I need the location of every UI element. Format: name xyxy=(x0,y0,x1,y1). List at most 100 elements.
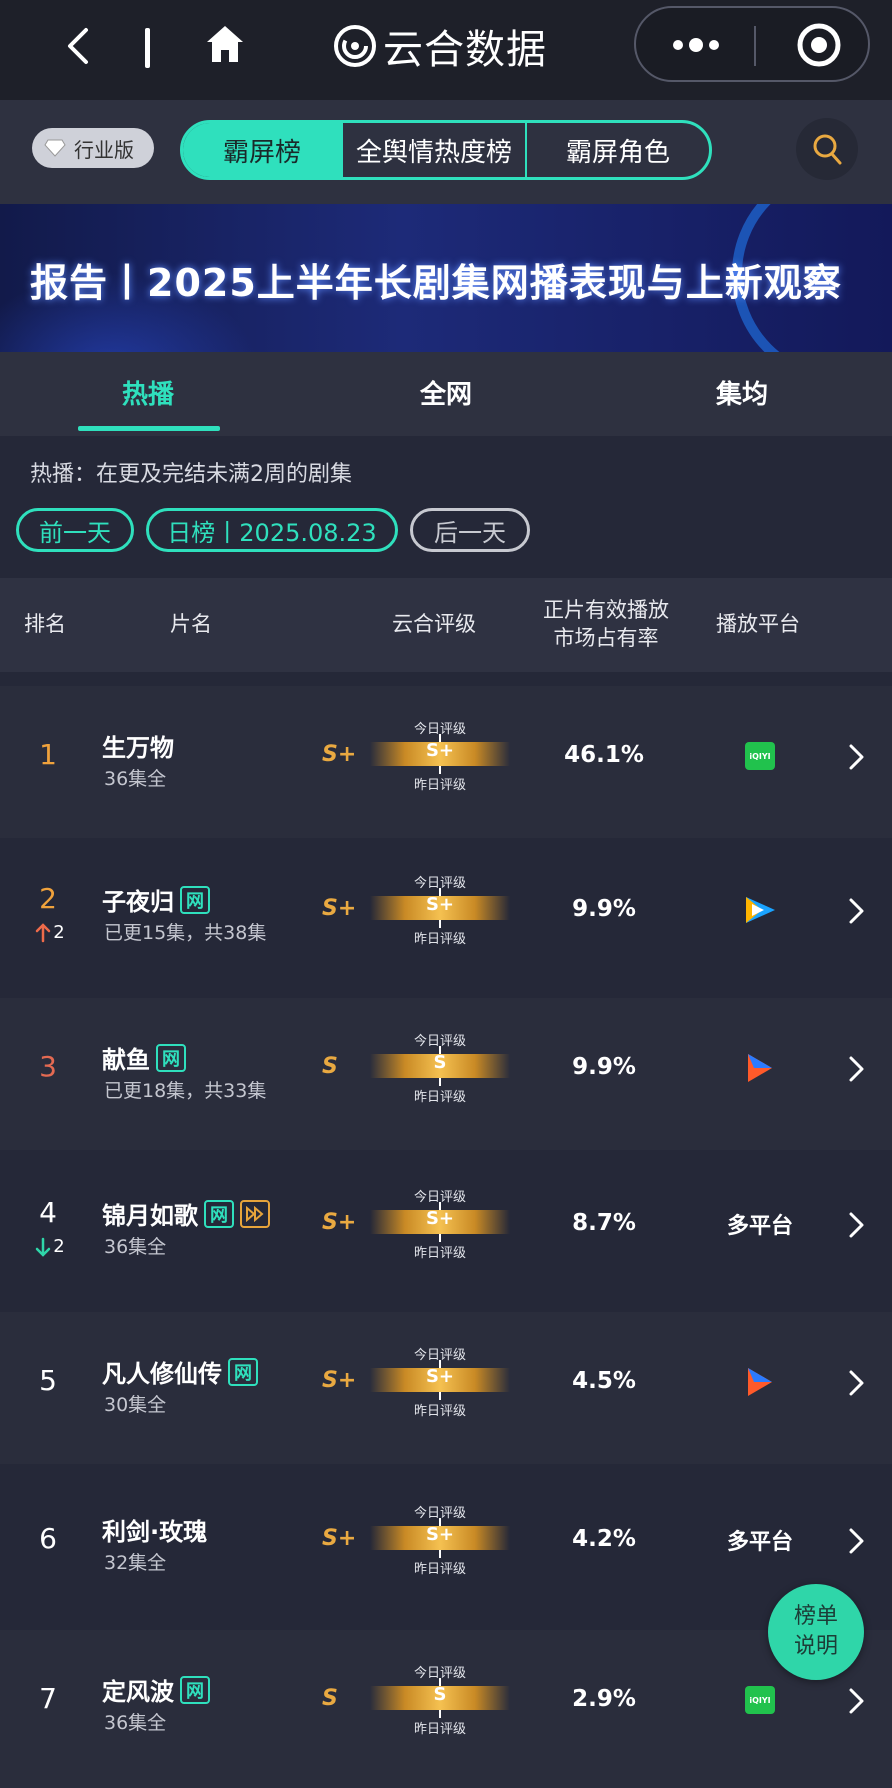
episode-info: 已更18集，共33集 xyxy=(104,1080,267,1102)
header-divider xyxy=(145,28,150,68)
today-grade-value: S xyxy=(433,1684,447,1705)
tab-quanyuqing[interactable]: 全舆情热度榜 xyxy=(343,123,527,177)
yesterday-grade-label: 昨日评级 xyxy=(413,1562,466,1577)
market-share: 2.9% xyxy=(572,1686,636,1712)
chevron-right-icon[interactable] xyxy=(846,1526,866,1556)
yunhe-grade: S+ xyxy=(322,1368,357,1393)
rank-number: 1 xyxy=(39,738,57,771)
rank-number: 2 xyxy=(39,882,57,915)
industry-version-badge[interactable]: 行业版 xyxy=(32,128,154,168)
web-drama-tag: 网 xyxy=(156,1043,186,1072)
drama-title-text: 生万物 xyxy=(102,734,174,762)
table-row[interactable]: 1 生万物 36集全 S+ 今日评级 S+ 昨日评级 46.1% iQIYI xyxy=(0,686,892,838)
today-grade-value: S+ xyxy=(425,894,455,915)
today-grade-value: S+ xyxy=(425,1208,455,1229)
yesterday-grade-label: 昨日评级 xyxy=(413,1404,466,1419)
chevron-right-icon[interactable] xyxy=(846,896,866,926)
drama-title-text: 凡人修仙传 xyxy=(102,1360,222,1388)
table-row[interactable]: 5 凡人修仙传网 30集全 S+ 今日评级 S+ 昨日评级 4.5% xyxy=(0,1312,892,1464)
rank-change: 2 xyxy=(28,922,72,943)
rank-number: 4 xyxy=(39,1196,57,1229)
today-grade-value: S+ xyxy=(425,740,455,761)
close-target-icon[interactable] xyxy=(796,22,842,68)
brand-name: 云合数据 xyxy=(383,27,547,73)
tab-bapingbang[interactable]: 霸屏榜 xyxy=(183,123,343,177)
report-banner[interactable]: 报告丨2025上半年长剧集网播表现与上新观察 xyxy=(0,204,892,352)
drama-title: 定风波网 xyxy=(102,1672,210,1707)
double-play-icon xyxy=(246,1205,264,1222)
float-line1: 榜单 xyxy=(793,1604,838,1629)
yunhe-grade: S xyxy=(322,1054,338,1079)
platform: iQIYI xyxy=(710,1680,810,1720)
search-icon xyxy=(813,134,842,165)
grade-tick-bottom xyxy=(439,920,441,928)
chevron-right-icon[interactable] xyxy=(846,1210,866,1240)
tab-hot[interactable]: 热播 xyxy=(122,374,174,411)
yesterday-grade-label: 昨日评级 xyxy=(413,932,466,947)
capsule-divider xyxy=(754,26,756,66)
table-row[interactable]: 7 定风波网 36集全 S 今日评级 S 昨日评级 2.9% iQIYI xyxy=(0,1630,892,1788)
platform: iQIYI xyxy=(710,736,810,776)
yunhe-logo-icon xyxy=(334,25,376,67)
web-drama-tag: 网 xyxy=(180,885,210,914)
header-share-line2: 市场占有率 xyxy=(553,626,659,650)
list-explanation-button[interactable]: 榜单 说明 xyxy=(768,1584,864,1680)
drama-title: 锦月如歌网 xyxy=(102,1196,270,1231)
chevron-right-icon[interactable] xyxy=(846,1368,866,1398)
platform xyxy=(710,1362,810,1402)
header-platform: 播放平台 xyxy=(716,612,800,636)
float-line2: 说明 xyxy=(793,1634,838,1659)
rank-down-icon xyxy=(36,1237,51,1257)
chevron-right-icon[interactable] xyxy=(846,1686,866,1716)
episode-info: 36集全 xyxy=(104,1236,167,1258)
market-share: 9.9% xyxy=(572,896,636,922)
table-row[interactable]: 3 献鱼网已更18集，共33集 S 今日评级 S 昨日评级 9.9% xyxy=(0,998,892,1150)
episode-info: 30集全 xyxy=(104,1394,167,1416)
web-drama-tag: 网 xyxy=(180,1675,210,1704)
youku-icon xyxy=(748,1368,772,1396)
header-share: 正片有效播放 市场占有率 xyxy=(536,596,676,652)
back-arrow-icon[interactable] xyxy=(58,24,102,68)
drama-title: 凡人修仙传网 xyxy=(102,1354,258,1389)
header-rating: 云合评级 xyxy=(392,612,476,636)
grade-tick-bottom xyxy=(439,766,441,774)
home-icon[interactable] xyxy=(203,22,247,66)
tab-episode-avg[interactable]: 集均 xyxy=(716,374,768,411)
grade-comparison: 今日评级 S+ 昨日评级 xyxy=(370,1182,510,1262)
tab-all-network[interactable]: 全网 xyxy=(420,374,472,411)
exclusive-play-tag xyxy=(240,1199,270,1228)
drama-title: 生万物 xyxy=(102,728,174,763)
drama-title-text: 献鱼 xyxy=(102,1046,150,1074)
iqiyi-icon: iQIYI xyxy=(745,1686,775,1714)
ranking-type-bar: 行业版 霸屏榜 全舆情热度榜 霸屏角色 xyxy=(0,100,892,204)
rank-up-icon xyxy=(36,922,51,942)
chevron-right-icon[interactable] xyxy=(846,1054,866,1084)
today-grade-value: S xyxy=(433,1052,447,1073)
episode-info: 32集全 xyxy=(104,1552,167,1574)
miniapp-capsule xyxy=(634,6,870,82)
chevron-right-icon[interactable] xyxy=(846,742,866,772)
yesterday-grade-label: 昨日评级 xyxy=(413,1246,466,1261)
tab-baping-role[interactable]: 霸屏角色 xyxy=(527,123,709,177)
more-dots-icon[interactable] xyxy=(666,30,726,60)
industry-label: 行业版 xyxy=(74,137,134,162)
hot-definition-note: 热播：在更及完结未满2周的剧集 xyxy=(30,462,352,487)
banner-title: 报告丨2025上半年长剧集网播表现与上新观察 xyxy=(30,261,842,305)
drama-title: 子夜归网 xyxy=(102,882,210,917)
date-selector[interactable]: 日榜丨2025.08.23 xyxy=(146,508,398,552)
header-share-line1: 正片有效播放 xyxy=(543,598,669,622)
platform xyxy=(710,1048,810,1088)
today-grade-value: S+ xyxy=(425,1366,455,1387)
search-button[interactable] xyxy=(796,118,858,180)
table-row[interactable]: 4 2 锦月如歌网 36集全 S+ 今日评级 S+ 昨日评级 8.7% 多平台 xyxy=(0,1154,892,1306)
next-day-button[interactable]: 后一天 xyxy=(410,508,530,552)
table-row[interactable]: 2 2 子夜归网已更15集，共38集 S+ 今日评级 S+ 昨日评级 9.9% xyxy=(0,840,892,992)
prev-day-button[interactable]: 前一天 xyxy=(16,508,134,552)
market-share: 4.2% xyxy=(572,1526,636,1552)
grade-comparison: 今日评级 S 昨日评级 xyxy=(370,1026,510,1106)
table-header: 排名 片名 云合评级 正片有效播放 市场占有率 播放平台 xyxy=(0,578,892,672)
grade-tick-bottom xyxy=(439,1078,441,1086)
brand: 云合数据 xyxy=(333,18,547,74)
app-header: 云合数据 xyxy=(0,0,892,100)
table-row[interactable]: 6 利剑·玫瑰 32集全 S+ 今日评级 S+ 昨日评级 4.2% 多平台 xyxy=(0,1470,892,1622)
